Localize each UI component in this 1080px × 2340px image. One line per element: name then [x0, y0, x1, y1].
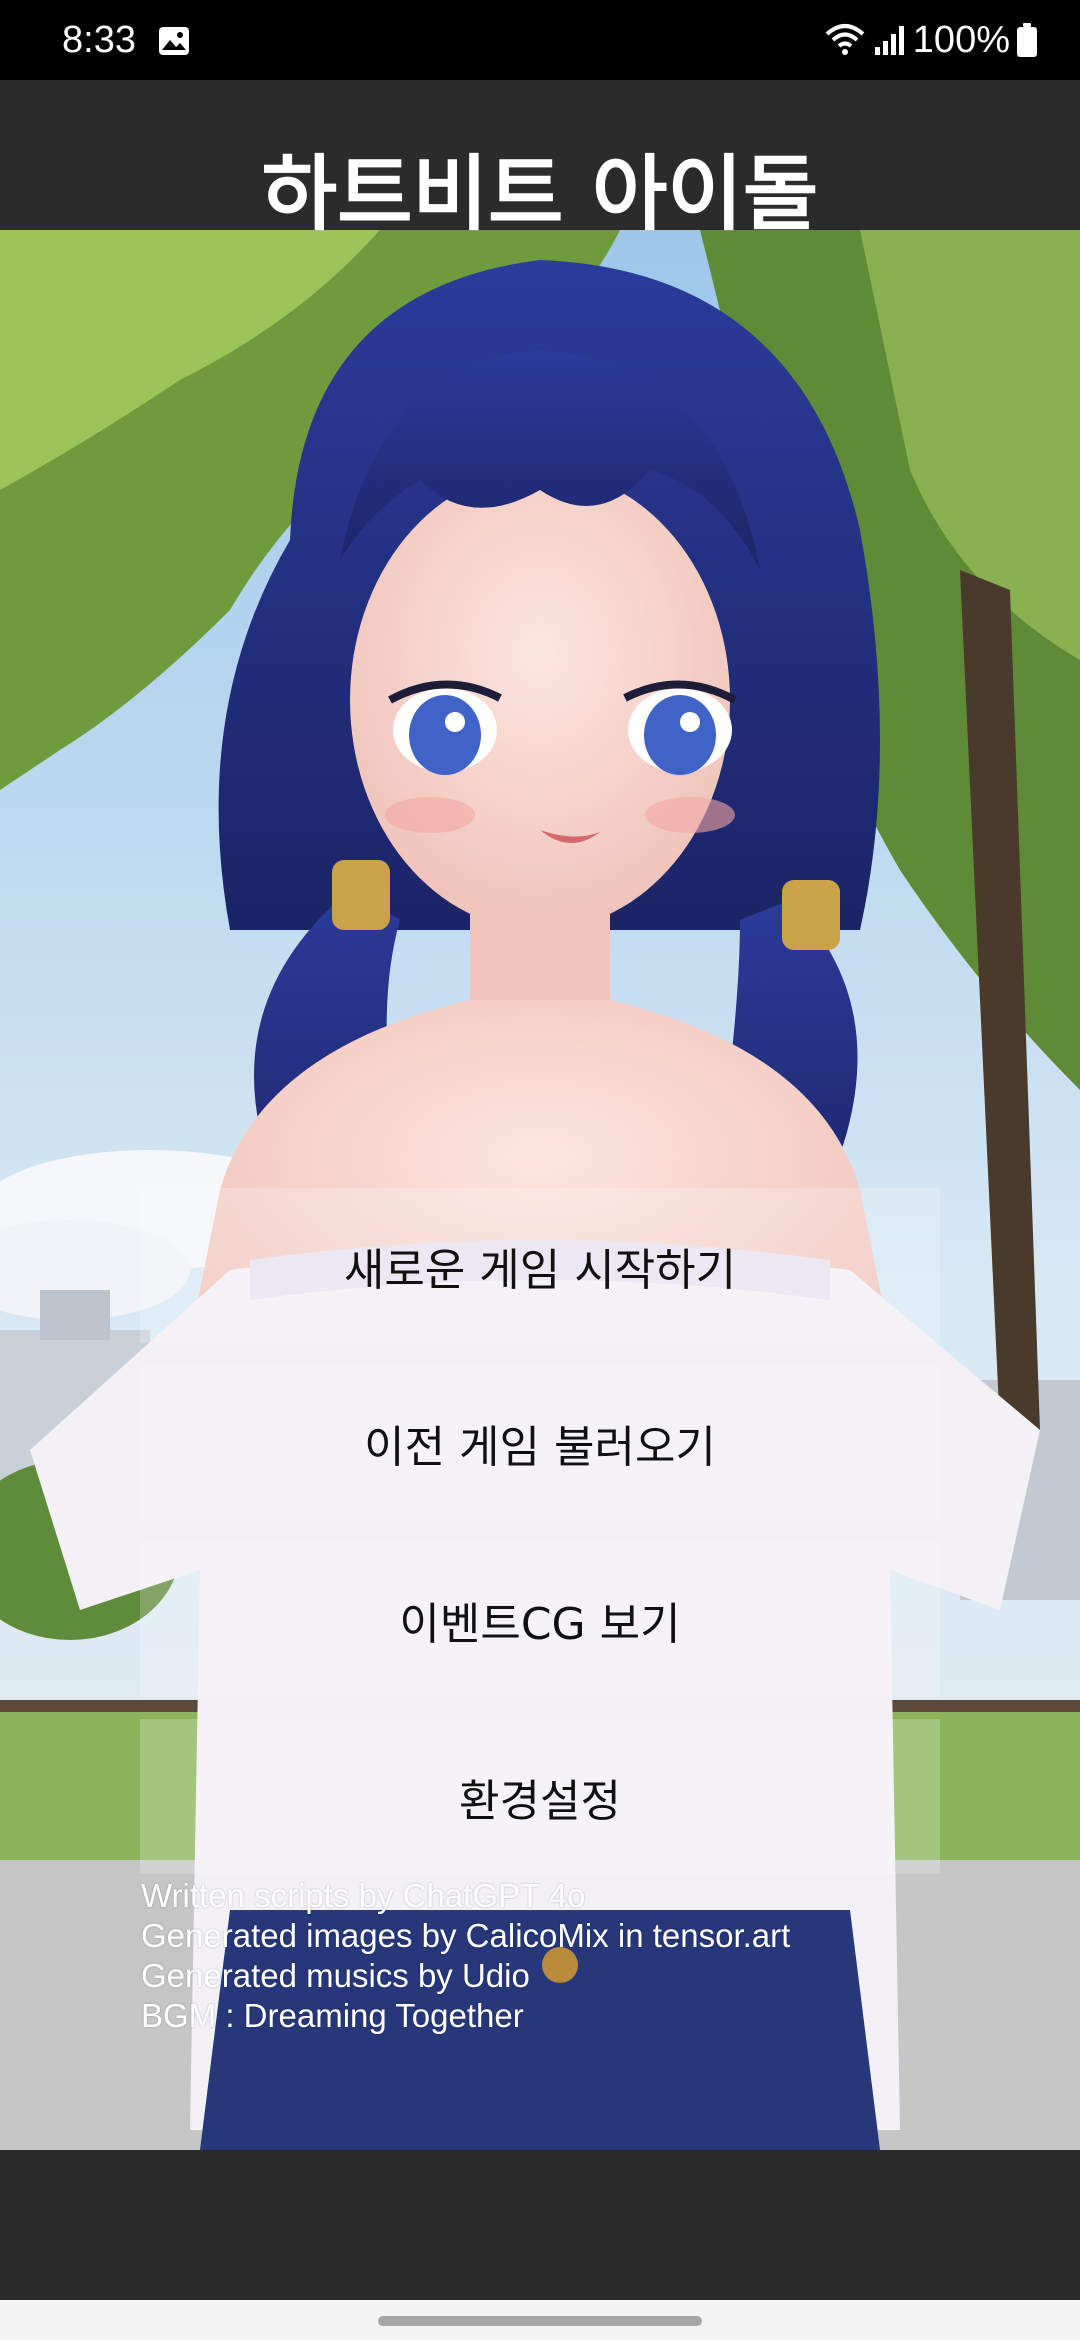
app-title: 하트비트 아이돌	[261, 147, 819, 242]
settings-button[interactable]: 환경설정	[140, 1719, 940, 1874]
battery-icon	[1017, 23, 1037, 57]
credits: Written scripts by ChatGPT 4o Generated …	[141, 1876, 790, 2036]
battery-percentage: 100%	[912, 19, 1010, 61]
event-cg-button[interactable]: 이벤트CG 보기	[140, 1542, 940, 1697]
signal-icon	[874, 26, 904, 55]
navigation-bar	[0, 2300, 1080, 2340]
credit-line: Generated images by CalicoMix in tensor.…	[141, 1917, 791, 1954]
credit-line: BGM : Dreaming Together	[141, 1997, 524, 2034]
home-gesture-handle[interactable]	[378, 2316, 702, 2326]
load-game-button[interactable]: 이전 게임 불러오기	[140, 1365, 940, 1520]
status-bar: 8:33 100%	[0, 0, 1080, 80]
main-menu: 새로운 게임 시작하기 이전 게임 불러오기 이벤트CG 보기 환경설정	[140, 1188, 940, 1896]
credit-line: Generated musics by Udio	[141, 1957, 530, 1994]
wifi-icon	[825, 24, 865, 55]
status-time: 8:33	[62, 19, 136, 61]
gallery-icon	[159, 27, 189, 55]
status-right-group: 100%	[823, 16, 1038, 64]
bottom-area	[0, 2150, 1080, 2300]
new-game-button[interactable]: 새로운 게임 시작하기	[140, 1188, 940, 1343]
credit-line: Written scripts by ChatGPT 4o	[141, 1877, 586, 1914]
